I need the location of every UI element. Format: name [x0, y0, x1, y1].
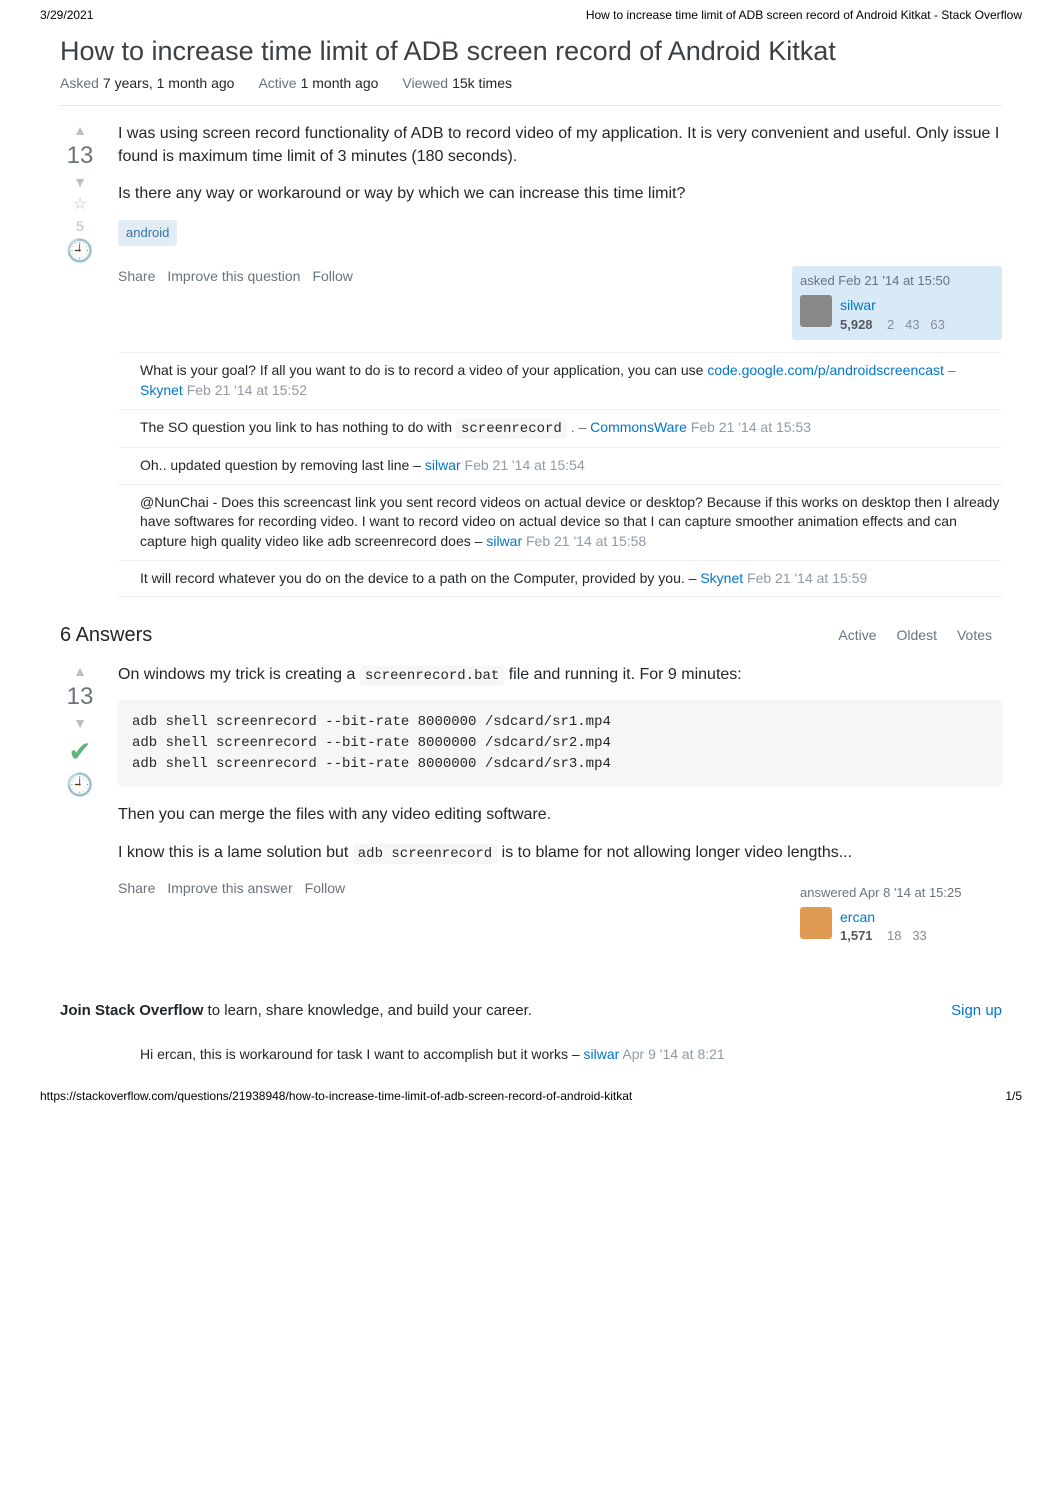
comment-date: Feb 21 '14 at 15:54	[461, 457, 585, 473]
sort-active[interactable]: Active	[828, 623, 886, 647]
question-comments: What is your goal? If all you want to do…	[118, 352, 1002, 597]
comment-date: Feb 21 '14 at 15:53	[687, 419, 811, 435]
print-page: 1/5	[1005, 1089, 1022, 1103]
viewed-label: Viewed	[402, 75, 448, 91]
question-title[interactable]: How to increase time limit of ADB screen…	[60, 36, 1002, 67]
downvote-icon[interactable]: ▼	[73, 715, 87, 731]
reputation: 1,571	[840, 928, 873, 943]
comment-user-link[interactable]: silwar	[584, 1046, 620, 1062]
comment-user-link[interactable]: Skynet	[700, 570, 743, 586]
code-block: adb shell screenrecord --bit-rate 800000…	[118, 700, 1002, 787]
answer-post: ▲ 13 ▼ ✔ 🕘 On windows my trick is creati…	[60, 663, 1002, 964]
banner-text: to learn, share knowledge, and build you…	[203, 1002, 532, 1019]
answered-timestamp: answered Apr 8 '14 at 15:25	[800, 884, 994, 903]
inline-code: adb screenrecord	[353, 844, 497, 864]
question-post: ▲ 13 ▼ ☆ 5 🕘 I was using screen record f…	[60, 122, 1002, 597]
downvote-icon[interactable]: ▼	[73, 174, 87, 190]
comment: It will record whatever you do on the de…	[118, 561, 1002, 598]
comment-user-link[interactable]: Skynet	[140, 382, 183, 398]
comment: The SO question you link to has nothing …	[118, 410, 1002, 449]
comment-link[interactable]: code.google.com/p/androidscreencast	[707, 362, 944, 378]
comment-user-link[interactable]: silwar	[425, 457, 461, 473]
print-date: 3/29/2021	[40, 8, 93, 22]
share-link[interactable]: Share	[118, 266, 155, 286]
question-paragraph: Is there any way or workaround or way by…	[118, 182, 1002, 205]
banner-bold: Join Stack Overflow	[60, 1002, 203, 1019]
asked-label: Asked	[60, 75, 99, 91]
answers-count: 6 Answers	[60, 624, 152, 647]
active-label: Active	[258, 75, 296, 91]
sort-votes[interactable]: Votes	[947, 623, 1002, 647]
vote-count: 13	[67, 142, 94, 170]
comment-user-link[interactable]: CommonsWare	[590, 419, 687, 435]
comment-date: Feb 21 '14 at 15:58	[522, 533, 646, 549]
print-title: How to increase time limit of ADB screen…	[586, 8, 1022, 22]
tag-android[interactable]: android	[118, 220, 177, 247]
follow-link[interactable]: Follow	[305, 878, 345, 898]
inline-code: screenrecord.bat	[360, 666, 504, 686]
vote-count: 13	[67, 683, 94, 711]
answer-paragraph: Then you can merge the files with any vi…	[118, 803, 1002, 826]
comment-date: Apr 9 '14 at 8:21	[619, 1046, 724, 1062]
timeline-icon[interactable]: 🕘	[66, 238, 93, 264]
comment: @NunChai - Does this screencast link you…	[118, 485, 1002, 561]
post-actions: Share Improve this question Follow	[118, 266, 353, 286]
badge-counts: 2 43 63	[876, 317, 945, 332]
answer-paragraph: On windows my trick is creating a screen…	[118, 663, 1002, 686]
share-link[interactable]: Share	[118, 878, 155, 898]
vote-column: ▲ 13 ▼ ☆ 5 🕘	[60, 122, 100, 597]
favorite-icon[interactable]: ☆	[73, 194, 87, 214]
accepted-answer-icon: ✔	[68, 735, 91, 768]
timeline-icon[interactable]: 🕘	[66, 772, 93, 798]
improve-link[interactable]: Improve this answer	[167, 878, 292, 898]
question-meta: Asked7 years, 1 month ago Active 1 month …	[60, 75, 1002, 106]
answers-header: 6 Answers Active Oldest Votes	[60, 623, 1002, 647]
comment: Oh.. updated question by removing last l…	[118, 448, 1002, 485]
favorite-count: 5	[76, 218, 84, 234]
comment-user-link[interactable]: silwar	[486, 533, 522, 549]
print-url: https://stackoverflow.com/questions/2193…	[40, 1089, 632, 1103]
follow-link[interactable]: Follow	[312, 266, 352, 286]
sort-oldest[interactable]: Oldest	[887, 623, 947, 647]
comment: Hi ercan, this is workaround for task I …	[118, 1037, 1002, 1073]
avatar[interactable]	[800, 907, 832, 939]
answerer-card: answered Apr 8 '14 at 15:25 ercan 1,571 …	[792, 878, 1002, 952]
user-link[interactable]: silwar	[840, 295, 945, 315]
inline-code: screenrecord	[456, 419, 567, 439]
upvote-icon[interactable]: ▲	[73, 122, 87, 138]
post-actions: Share Improve this answer Follow	[118, 878, 345, 898]
answer-sort-tabs: Active Oldest Votes	[828, 623, 1002, 647]
viewed-value: 15k times	[452, 75, 512, 91]
user-link[interactable]: ercan	[840, 907, 927, 927]
comment-date: Feb 21 '14 at 15:52	[183, 382, 307, 398]
signup-link[interactable]: Sign up	[951, 1002, 1002, 1019]
asked-timestamp: asked Feb 21 '14 at 15:50	[800, 272, 994, 291]
asker-card: asked Feb 21 '14 at 15:50 silwar 5,928 2…	[792, 266, 1002, 340]
badge-counts: 18 33	[876, 928, 927, 943]
vote-column: ▲ 13 ▼ ✔ 🕘	[60, 663, 100, 964]
join-banner: Join Stack Overflow to learn, share know…	[60, 1002, 1002, 1019]
comment-date: Feb 21 '14 at 15:59	[743, 570, 867, 586]
answer-paragraph: I know this is a lame solution but adb s…	[118, 841, 1002, 864]
active-value[interactable]: 1 month ago	[301, 75, 379, 91]
upvote-icon[interactable]: ▲	[73, 663, 87, 679]
reputation: 5,928	[840, 317, 873, 332]
question-paragraph: I was using screen record functionality …	[118, 122, 1002, 168]
comment: What is your goal? If all you want to do…	[118, 353, 1002, 409]
avatar[interactable]	[800, 295, 832, 327]
improve-link[interactable]: Improve this question	[167, 266, 300, 286]
asked-value: 7 years, 1 month ago	[103, 75, 235, 91]
